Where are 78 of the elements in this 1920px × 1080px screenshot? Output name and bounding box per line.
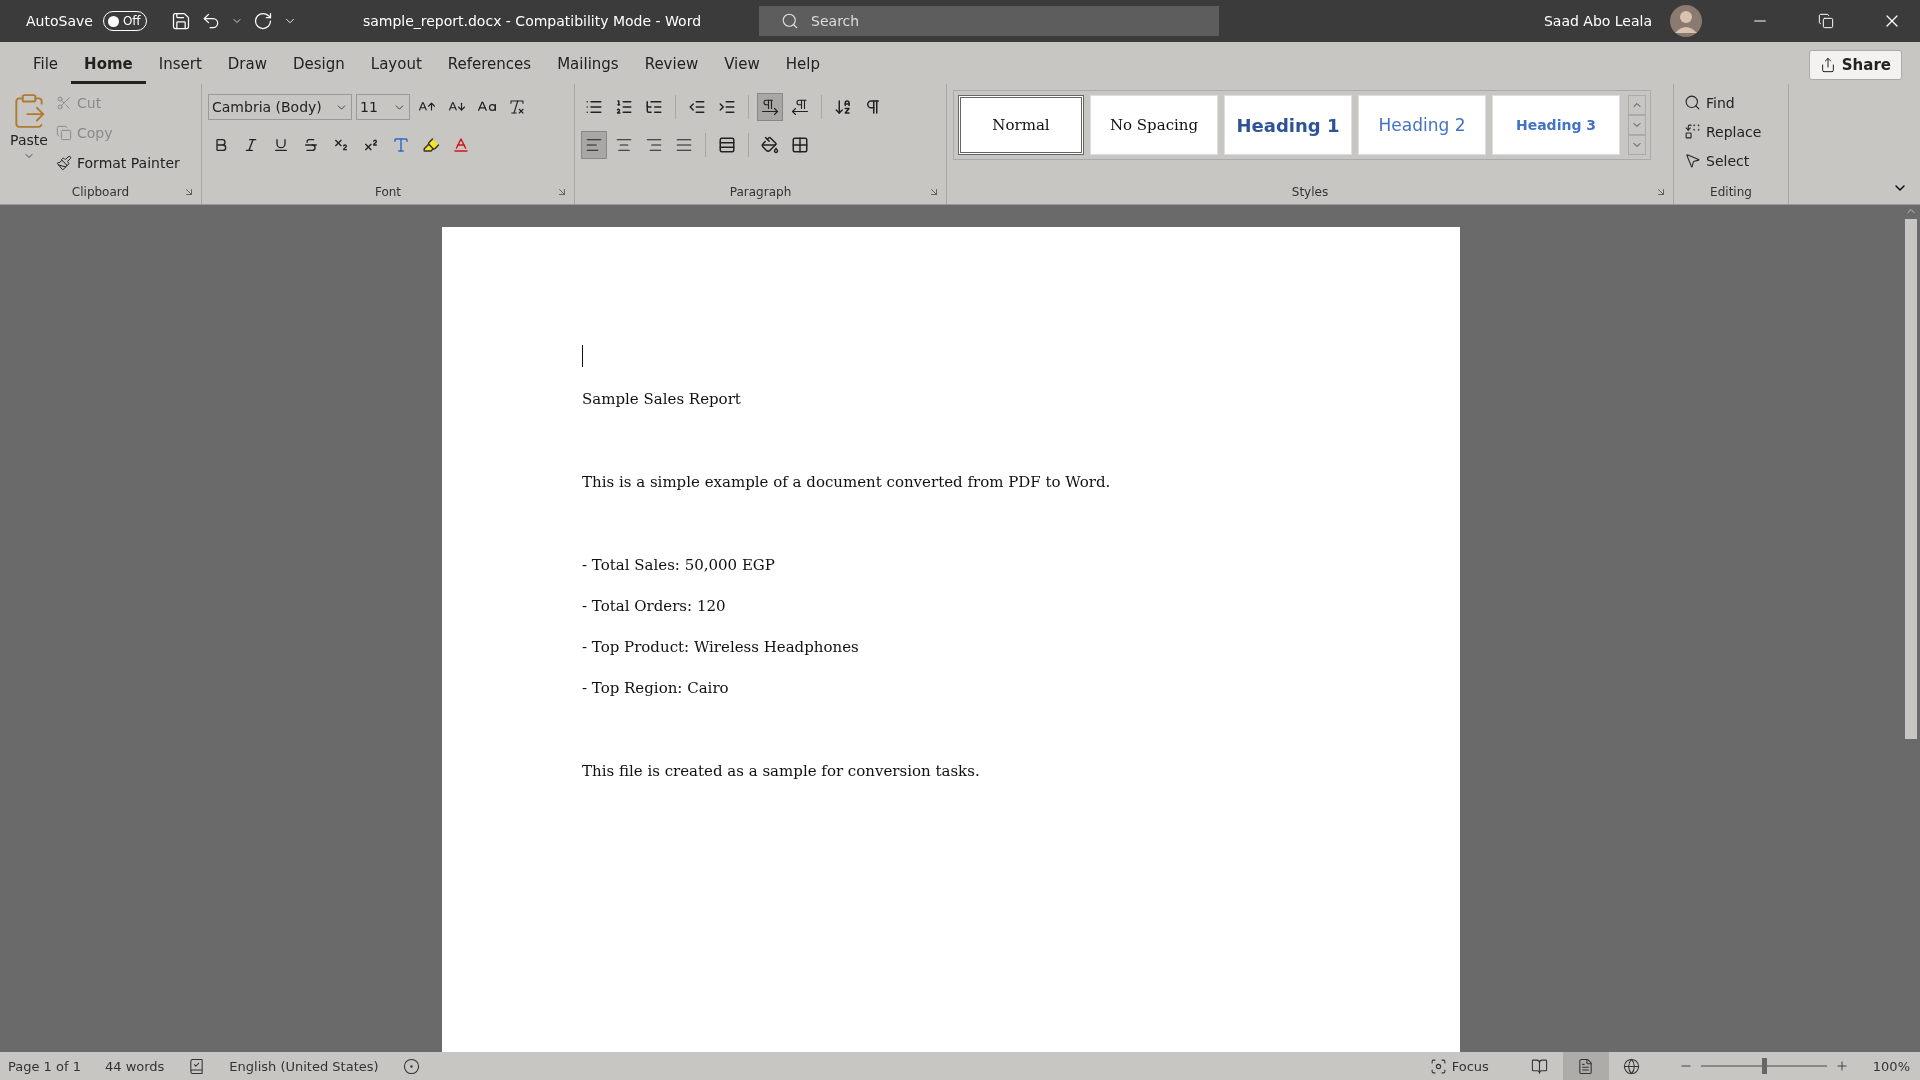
document-text: This file is created as a sample for conversion tasks.	[582, 761, 981, 782]
search-field[interactable]: Search	[759, 6, 1220, 36]
book-icon	[1531, 1057, 1549, 1075]
document-text: Sample Sales Report	[582, 389, 742, 410]
scissors-icon	[56, 95, 72, 111]
zoom-thumb[interactable]	[1761, 1058, 1767, 1074]
ltr-paragraph-icon	[761, 98, 779, 116]
menu-tab[interactable]: Design	[280, 46, 358, 84]
document-text: - Top Region: Cairo	[582, 678, 730, 699]
search-icon	[1684, 94, 1701, 111]
word-count[interactable]: 44 words	[104, 1058, 165, 1074]
menu-tab[interactable]: Review	[631, 46, 712, 84]
group-label: Font	[373, 184, 403, 201]
share-icon	[1819, 57, 1836, 73]
user-name: Saad Abo Leala	[1543, 13, 1652, 29]
save-icon[interactable]	[170, 11, 191, 31]
menu-tab[interactable]: View	[711, 46, 773, 84]
menu-tab[interactable]: Help	[772, 46, 833, 84]
style-tile[interactable]: Heading 2	[1358, 95, 1486, 155]
menu-tab[interactable]: References	[434, 46, 545, 84]
font-name-field[interactable]: Cambria (Body)	[208, 94, 352, 120]
view-button[interactable]	[1562, 1052, 1609, 1080]
search-icon	[781, 12, 800, 30]
avatar-icon[interactable]	[1670, 5, 1702, 37]
language-label[interactable]: English (United States)	[229, 1058, 379, 1074]
restore-icon[interactable]	[1818, 13, 1834, 29]
style-tile[interactable]: Heading 3	[1492, 95, 1620, 155]
page-count[interactable]: Page 1 of 1	[8, 1058, 81, 1074]
paste-button[interactable]: Paste	[6, 88, 52, 182]
launcher-icon	[928, 186, 940, 198]
launcher-icon	[556, 186, 568, 198]
format-painter-button[interactable]: Format Painter	[52, 148, 184, 178]
replace-icon	[1684, 123, 1701, 140]
window-title: sample_report.docx - Compatibility Mode - Word	[362, 13, 702, 29]
autosave-label: AutoSave	[26, 13, 93, 29]
find-button[interactable]: Find	[1680, 88, 1766, 117]
replace-button[interactable]: Replace	[1680, 117, 1766, 146]
style-tile[interactable]: Heading 1	[1224, 95, 1352, 155]
select-button[interactable]: Select	[1680, 146, 1766, 175]
group-label: Editing	[1709, 184, 1753, 201]
menu-tab[interactable]: File	[20, 46, 72, 84]
font-size-field[interactable]: 11	[356, 94, 410, 120]
zoom-percent[interactable]: 100%	[1872, 1058, 1910, 1074]
document-text: - Total Orders: 120	[582, 596, 727, 617]
pointer-icon	[1684, 152, 1701, 169]
menu-tab[interactable]: Layout	[357, 46, 435, 84]
macro-icon[interactable]	[402, 1057, 420, 1075]
share-button[interactable]: Share	[1808, 50, 1902, 80]
alignment-button[interactable]	[581, 131, 607, 159]
proofing-icon[interactable]	[188, 1057, 206, 1075]
launcher-icon	[1655, 186, 1667, 198]
document-text: - Top Product: Wireless Headphones	[582, 637, 860, 658]
page-icon	[1577, 1057, 1595, 1075]
paintbrush-icon	[56, 155, 72, 171]
launcher-icon	[183, 186, 195, 198]
group-label: Clipboard	[70, 184, 131, 201]
globe-icon	[1623, 1057, 1641, 1075]
document-text: - Total Sales: 50,000 EGP	[582, 555, 776, 576]
document-text: This is a simple example of a document converted from PDF to Word.	[582, 472, 1112, 493]
style-tile[interactable]: No Spacing	[1090, 95, 1218, 155]
align-center-icon	[615, 136, 633, 154]
focus-button[interactable]: Focus	[1425, 1051, 1493, 1080]
copy-icon	[56, 125, 72, 141]
menu-tab[interactable]: Draw	[214, 46, 280, 84]
group-label: Styles	[1290, 184, 1330, 201]
redo-icon[interactable]	[252, 11, 273, 31]
direction-button[interactable]	[757, 93, 783, 121]
style-tile[interactable]: Normal	[958, 95, 1084, 155]
rtl-paragraph-icon	[791, 98, 809, 116]
focus-icon	[1429, 1057, 1447, 1075]
menu-tab[interactable]: Mailings	[544, 46, 632, 84]
justify-icon	[675, 136, 693, 154]
text-cursor	[582, 345, 583, 367]
group-label: Paragraph	[728, 184, 793, 201]
align-right-icon	[645, 136, 663, 154]
menu-tab[interactable]: Insert	[145, 46, 215, 84]
align-left-icon	[585, 136, 603, 154]
zoom-in-icon	[1834, 1059, 1849, 1073]
